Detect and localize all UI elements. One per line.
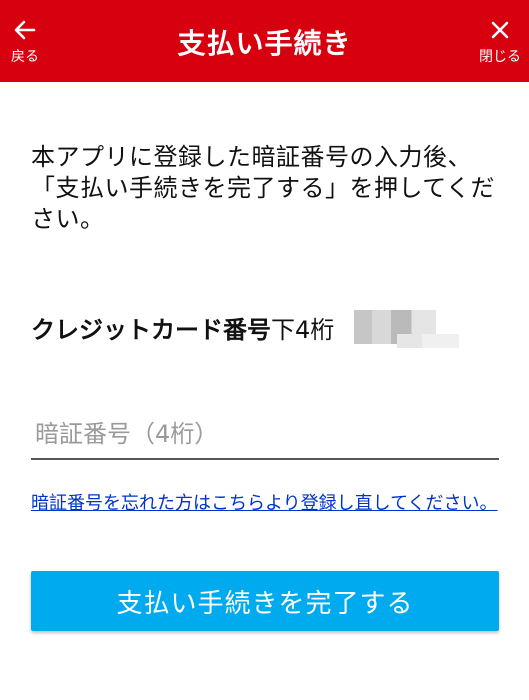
card-number-label: クレジットカード番号 [31, 315, 271, 344]
masked-card-digits-blur [397, 334, 459, 348]
card-number-suffix: 下4桁 [271, 315, 335, 344]
close-icon [490, 16, 510, 40]
app-header: 戻る 支払い手続き 閉じる [0, 0, 529, 82]
forgot-pin-link[interactable]: 暗証番号を忘れた方はこちらより登録し直してください。 [31, 492, 501, 516]
close-button[interactable]: 閉じる [471, 0, 529, 82]
instructions-text: 本アプリに登録した暗証番号の入力後、「支払い手続きを完了する」を押してください。 [31, 143, 496, 233]
complete-payment-button[interactable]: 支払い手続きを完了する [31, 571, 499, 631]
pin-input[interactable] [31, 410, 499, 460]
card-number-row: クレジットカード番号 下4桁 [31, 310, 437, 344]
close-label: 閉じる [479, 49, 521, 65]
page-title: 支払い手続き [177, 27, 352, 60]
